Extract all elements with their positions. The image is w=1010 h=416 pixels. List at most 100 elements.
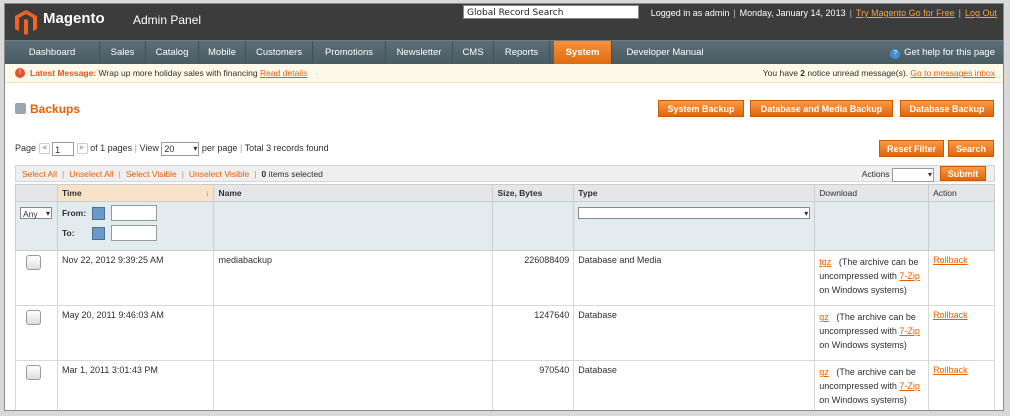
column-header-size[interactable]: Size, Bytes bbox=[492, 184, 575, 202]
submit-button[interactable]: Submit bbox=[940, 166, 986, 181]
help-link[interactable]: ? Get help for this page bbox=[890, 41, 995, 64]
nav-developer-manual[interactable]: Developer Manual bbox=[612, 41, 718, 64]
header: Magento Admin Panel Global Record Search… bbox=[5, 4, 1003, 40]
column-header-name[interactable]: Name bbox=[213, 184, 494, 202]
row-checkbox[interactable] bbox=[26, 310, 41, 325]
nav-catalog[interactable]: Catalog bbox=[146, 41, 199, 64]
latest-message-label: Latest Message: bbox=[30, 68, 97, 78]
grid-header-row: Time ↓ Name Size, Bytes Type Download Act… bbox=[15, 184, 995, 202]
seven-zip-link[interactable]: 7-Zip bbox=[899, 381, 920, 391]
row-checkbox[interactable] bbox=[26, 255, 41, 270]
rollback-link[interactable]: Rollback bbox=[933, 255, 968, 265]
filter-row: Any From: To: bbox=[15, 201, 995, 251]
massaction-bar: Select All | Unselect All | Select Visible | U… bbox=[15, 165, 995, 183]
help-text: Get help for this page bbox=[904, 47, 995, 58]
download-link[interactable]: tgz bbox=[819, 257, 831, 267]
database-media-backup-button[interactable]: Database and Media Backup bbox=[750, 100, 893, 117]
calendar-to-icon[interactable] bbox=[91, 226, 105, 240]
select-visible-link[interactable]: Select Visible bbox=[126, 169, 177, 179]
row-time: Mar 1, 2011 3:01:43 PM bbox=[56, 360, 215, 410]
latest-message: Latest Message: Wrap up more holiday sal… bbox=[30, 64, 307, 82]
admin-window: Magento Admin Panel Global Record Search… bbox=[4, 3, 1004, 411]
alert-icon: ! bbox=[15, 68, 25, 78]
table-row: May 20, 2011 9:46:03 AM 1247640 Database… bbox=[15, 305, 995, 361]
nav-sales[interactable]: Sales bbox=[100, 41, 146, 64]
actions-group: Actions bbox=[862, 166, 934, 183]
unread-count: 2 bbox=[800, 68, 806, 78]
unread-prefix: You have bbox=[762, 68, 798, 78]
latest-message-text: Wrap up more holiday sales with financin… bbox=[98, 68, 258, 78]
logout-link[interactable]: Log Out bbox=[965, 8, 997, 18]
from-date-input[interactable] bbox=[110, 205, 157, 221]
row-time: Nov 22, 2012 9:39:25 AM bbox=[56, 250, 215, 306]
actions-select[interactable] bbox=[892, 166, 934, 183]
read-details-link[interactable]: Read details bbox=[260, 68, 307, 78]
nav-customers[interactable]: Customers bbox=[246, 41, 313, 64]
download-note-tail: on Windows systems) bbox=[819, 285, 907, 295]
unread-suffix: notice unread message(s). bbox=[807, 68, 909, 78]
any-select[interactable]: Any bbox=[20, 207, 52, 220]
nav-cms[interactable]: CMS bbox=[453, 41, 494, 64]
nav-dashboard[interactable]: Dashboard bbox=[5, 41, 100, 64]
row-size: 1247640 bbox=[492, 305, 575, 361]
nav-reports[interactable]: Reports bbox=[494, 41, 550, 64]
search-button[interactable]: Search bbox=[948, 140, 994, 157]
per-page-text: per page bbox=[201, 143, 238, 153]
row-type: Database bbox=[573, 360, 816, 410]
row-download: tgz (The archive can be uncompressed wit… bbox=[814, 250, 930, 306]
magento-logo-icon bbox=[15, 10, 37, 35]
column-header-time[interactable]: Time ↓ bbox=[56, 184, 215, 202]
nav-system[interactable]: System bbox=[554, 41, 612, 64]
of-pages-text: of 1 pages bbox=[90, 143, 133, 153]
row-name bbox=[213, 360, 494, 410]
nav-mobile[interactable]: Mobile bbox=[199, 41, 246, 64]
global-search-input[interactable]: Global Record Search bbox=[463, 5, 639, 19]
system-backup-button[interactable]: System Backup bbox=[658, 100, 744, 117]
row-size: 226088409 bbox=[492, 250, 575, 306]
select-all-link[interactable]: Select All bbox=[22, 169, 57, 179]
items-selected-text: items selected bbox=[268, 169, 323, 179]
date-text: Monday, January 14, 2013 bbox=[739, 8, 846, 18]
time-header-label: Time bbox=[61, 188, 82, 198]
seven-zip-link[interactable]: 7-Zip bbox=[899, 326, 920, 336]
page-title-text: Backups bbox=[30, 102, 81, 116]
checkbox-column-header bbox=[15, 184, 58, 202]
view-label: View bbox=[139, 143, 159, 153]
prev-page-icon[interactable]: ◀ bbox=[38, 143, 50, 155]
database-backup-button[interactable]: Database Backup bbox=[900, 100, 994, 117]
column-header-type[interactable]: Type bbox=[573, 184, 816, 202]
download-link[interactable]: gz bbox=[819, 312, 829, 322]
selected-count: 0 bbox=[261, 169, 267, 179]
download-note-tail: on Windows systems) bbox=[819, 340, 907, 350]
unselect-all-link[interactable]: Unselect All bbox=[69, 169, 113, 179]
page-number-input[interactable]: 1 bbox=[52, 141, 75, 156]
sort-arrow-icon: ↓ bbox=[205, 188, 210, 198]
seven-zip-link[interactable]: 7-Zip bbox=[899, 271, 920, 281]
type-filter-select[interactable] bbox=[578, 207, 811, 220]
help-icon: ? bbox=[890, 49, 901, 59]
rollback-link[interactable]: Rollback bbox=[933, 310, 968, 320]
row-download: gz (The archive can be uncompressed with… bbox=[814, 305, 930, 361]
unselect-visible-link[interactable]: Unselect Visible bbox=[189, 169, 249, 179]
per-page-select[interactable]: 20 bbox=[161, 141, 200, 156]
total-records-text: Total 3 records found bbox=[244, 143, 329, 153]
unread-messages: You have 2 notice unread message(s). Go … bbox=[763, 64, 995, 82]
rollback-link[interactable]: Rollback bbox=[933, 365, 968, 375]
try-magento-go-link[interactable]: Try Magento Go for Free bbox=[856, 8, 955, 18]
nav-newsletter[interactable]: Newsletter bbox=[386, 41, 453, 64]
row-name bbox=[213, 305, 494, 361]
reset-filter-button[interactable]: Reset Filter bbox=[879, 140, 944, 157]
to-date-input[interactable] bbox=[110, 225, 157, 241]
row-type: Database bbox=[573, 305, 816, 361]
row-name: mediabackup bbox=[213, 250, 494, 306]
nav-promotions[interactable]: Promotions bbox=[313, 41, 386, 64]
next-page-icon[interactable]: ▶ bbox=[76, 143, 88, 155]
notice-bar: ! Latest Message: Wrap up more holiday s… bbox=[5, 64, 1003, 83]
download-link[interactable]: gz bbox=[819, 367, 829, 377]
column-header-download: Download bbox=[814, 184, 930, 202]
row-time: May 20, 2011 9:46:03 AM bbox=[56, 305, 215, 361]
calendar-from-icon[interactable] bbox=[91, 206, 105, 220]
row-checkbox[interactable] bbox=[26, 365, 41, 380]
page-title: Backups bbox=[15, 102, 80, 116]
messages-inbox-link[interactable]: Go to messages inbox bbox=[910, 68, 995, 78]
